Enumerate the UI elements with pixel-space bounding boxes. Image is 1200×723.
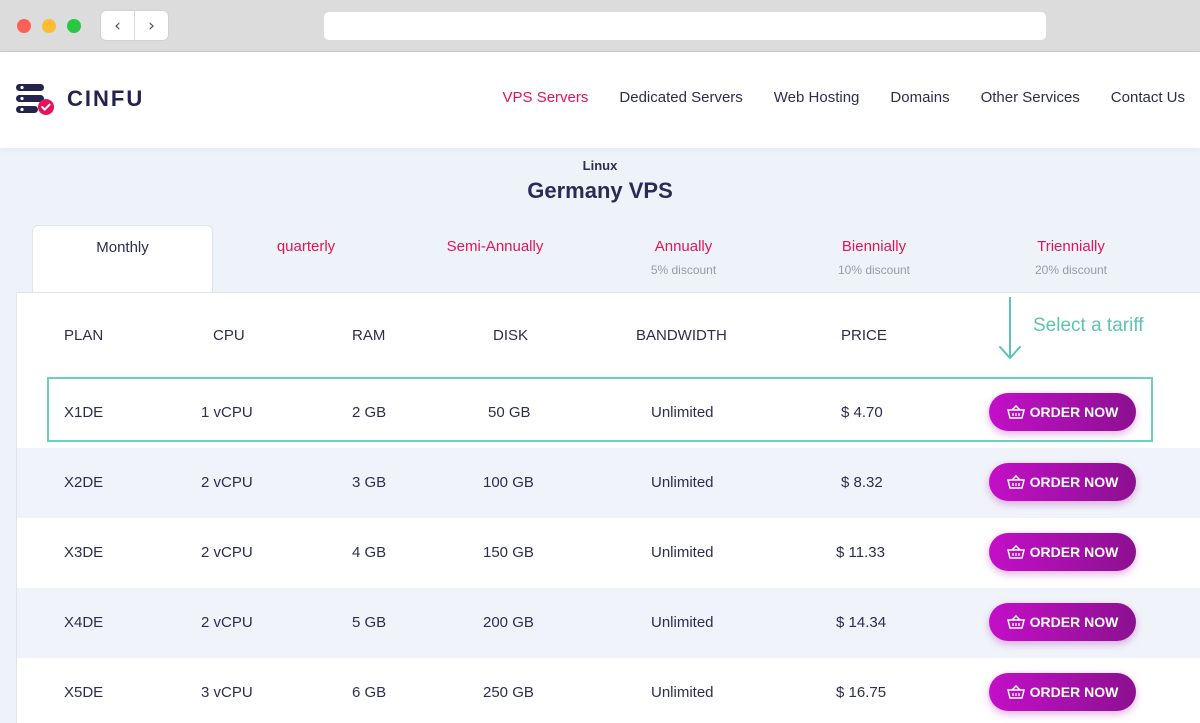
tab-semi-annually[interactable]: Semi-Annually xyxy=(399,225,591,292)
disk-cell: 50 GB xyxy=(488,404,531,421)
tab-discount: 20% discount xyxy=(1034,263,1108,277)
cpu-cell: 2 vCPU xyxy=(201,614,253,631)
bandwidth-cell: Unlimited xyxy=(651,614,714,631)
disk-cell: 200 GB xyxy=(483,614,534,631)
order-now-label: ORDER NOW xyxy=(1029,614,1119,630)
history-nav: ‹ › xyxy=(101,11,168,40)
ram-cell: 6 GB xyxy=(352,684,387,701)
plan-cell: X1DE xyxy=(64,404,104,421)
chevron-right-icon[interactable]: › xyxy=(135,11,168,40)
select-tariff-hint: Select a tariff xyxy=(1033,315,1144,336)
order-now-button[interactable]: ORDER NOW xyxy=(989,603,1136,641)
price-cell: $ 11.33 xyxy=(836,544,885,561)
ram-cell: 5 GB xyxy=(352,614,387,631)
column-header-bandwidth: BANDWIDTH xyxy=(636,327,727,344)
order-now-button[interactable]: ORDER NOW xyxy=(989,533,1136,571)
billing-tabs: Monthly quarterly Semi-Annually Annually… xyxy=(32,225,1170,293)
disk-cell: 250 GB xyxy=(483,684,534,701)
table-row: X4DE 2 vCPU 5 GB 200 GB Unlimited $ 14.3… xyxy=(17,588,1200,658)
disk-cell: 100 GB xyxy=(483,474,534,491)
column-header-disk: DISK xyxy=(493,327,529,344)
disk-cell: 150 GB xyxy=(483,544,534,561)
order-now-label: ORDER NOW xyxy=(1029,544,1119,560)
table-row: X3DE 2 vCPU 4 GB 150 GB Unlimited $ 11.3… xyxy=(17,518,1200,588)
tab-label: Annually xyxy=(654,238,713,255)
table-row: X5DE 3 vCPU 6 GB 250 GB Unlimited $ 16.7… xyxy=(17,658,1200,723)
cpu-cell: 1 vCPU xyxy=(201,404,253,421)
price-cell: $ 14.34 xyxy=(836,614,887,631)
ram-cell: 4 GB xyxy=(352,544,387,561)
site-header: CINFU VPS Servers Dedicated Servers Web … xyxy=(0,52,1200,148)
minimize-window-button[interactable] xyxy=(42,19,56,33)
order-now-button[interactable]: ORDER NOW xyxy=(989,393,1136,431)
chevron-left-icon[interactable]: ‹ xyxy=(101,11,135,40)
column-header-price: PRICE xyxy=(841,327,887,344)
nav-vps-servers[interactable]: VPS Servers xyxy=(503,89,589,106)
tab-monthly[interactable]: Monthly xyxy=(32,225,213,293)
plan-cell: X3DE xyxy=(64,544,104,561)
column-header-plan: PLAN xyxy=(64,327,104,344)
basket-icon xyxy=(1006,475,1025,489)
os-label: Linux xyxy=(582,158,618,173)
maximize-window-button[interactable] xyxy=(67,19,81,33)
order-now-label: ORDER NOW xyxy=(1029,684,1119,700)
close-window-button[interactable] xyxy=(17,19,31,33)
order-now-label: ORDER NOW xyxy=(1029,404,1119,420)
bandwidth-cell: Unlimited xyxy=(651,544,714,561)
plan-cell: X2DE xyxy=(64,474,104,491)
price-cell: $ 16.75 xyxy=(836,684,887,701)
cpu-cell: 3 vCPU xyxy=(201,684,253,701)
plan-cell: X5DE xyxy=(64,684,104,701)
bandwidth-cell: Unlimited xyxy=(651,404,714,421)
table-header: PLAN CPU RAM DISK BANDWIDTH PRICE xyxy=(17,293,1200,378)
nav-dedicated-servers[interactable]: Dedicated Servers xyxy=(619,89,742,106)
main-nav: VPS Servers Dedicated Servers Web Hostin… xyxy=(503,89,1185,106)
basket-icon xyxy=(1006,545,1025,559)
browser-toolbar: ‹ › xyxy=(0,0,1200,52)
column-header-cpu: CPU xyxy=(213,327,245,344)
ram-cell: 2 GB xyxy=(352,404,387,421)
order-now-label: ORDER NOW xyxy=(1029,474,1119,490)
table-row: X1DE 1 vCPU 2 GB 50 GB Unlimited $ 4.70 … xyxy=(17,378,1200,448)
price-cell: $ 4.70 xyxy=(841,404,883,421)
tab-triennially[interactable]: Triennially 20% discount xyxy=(972,225,1170,292)
bandwidth-cell: Unlimited xyxy=(651,684,714,701)
cpu-cell: 2 vCPU xyxy=(201,544,253,561)
ram-cell: 3 GB xyxy=(352,474,387,491)
nav-web-hosting[interactable]: Web Hosting xyxy=(774,89,860,106)
tab-label: Biennially xyxy=(841,238,907,255)
tab-discount: 5% discount xyxy=(650,263,717,277)
table-row: X2DE 2 vCPU 3 GB 100 GB Unlimited $ 8.32… xyxy=(17,448,1200,518)
nav-contact-us[interactable]: Contact Us xyxy=(1111,89,1185,106)
arrow-down-icon xyxy=(998,297,1022,366)
server-logo-icon xyxy=(16,82,59,116)
tab-quarterly[interactable]: quarterly xyxy=(213,225,399,292)
nav-other-services[interactable]: Other Services xyxy=(981,89,1080,106)
tab-annually[interactable]: Annually 5% discount xyxy=(591,225,776,292)
basket-icon xyxy=(1006,405,1025,419)
order-now-button[interactable]: ORDER NOW xyxy=(989,463,1136,501)
tab-label: Semi-Annually xyxy=(446,238,544,255)
price-cell: $ 8.32 xyxy=(841,474,883,491)
tab-biennially[interactable]: Biennially 10% discount xyxy=(776,225,972,292)
basket-icon xyxy=(1006,615,1025,629)
tab-label: quarterly xyxy=(276,238,336,255)
tab-discount: 10% discount xyxy=(837,263,911,277)
cpu-cell: 2 vCPU xyxy=(201,474,253,491)
tab-label: Monthly xyxy=(96,239,149,256)
order-now-button[interactable]: ORDER NOW xyxy=(989,673,1136,711)
address-bar[interactable] xyxy=(324,12,1046,40)
bandwidth-cell: Unlimited xyxy=(651,474,714,491)
nav-domains[interactable]: Domains xyxy=(890,89,949,106)
pricing-table: PLAN CPU RAM DISK BANDWIDTH PRICE X1DE 1… xyxy=(16,292,1200,723)
column-header-ram: RAM xyxy=(352,327,386,344)
page-title: Germany VPS xyxy=(527,178,673,203)
basket-icon xyxy=(1006,685,1025,699)
tab-label: Triennially xyxy=(1037,238,1105,255)
plan-cell: X4DE xyxy=(64,614,104,631)
brand-name: CINFU xyxy=(67,86,145,111)
brand-logo[interactable]: CINFU xyxy=(16,82,144,116)
